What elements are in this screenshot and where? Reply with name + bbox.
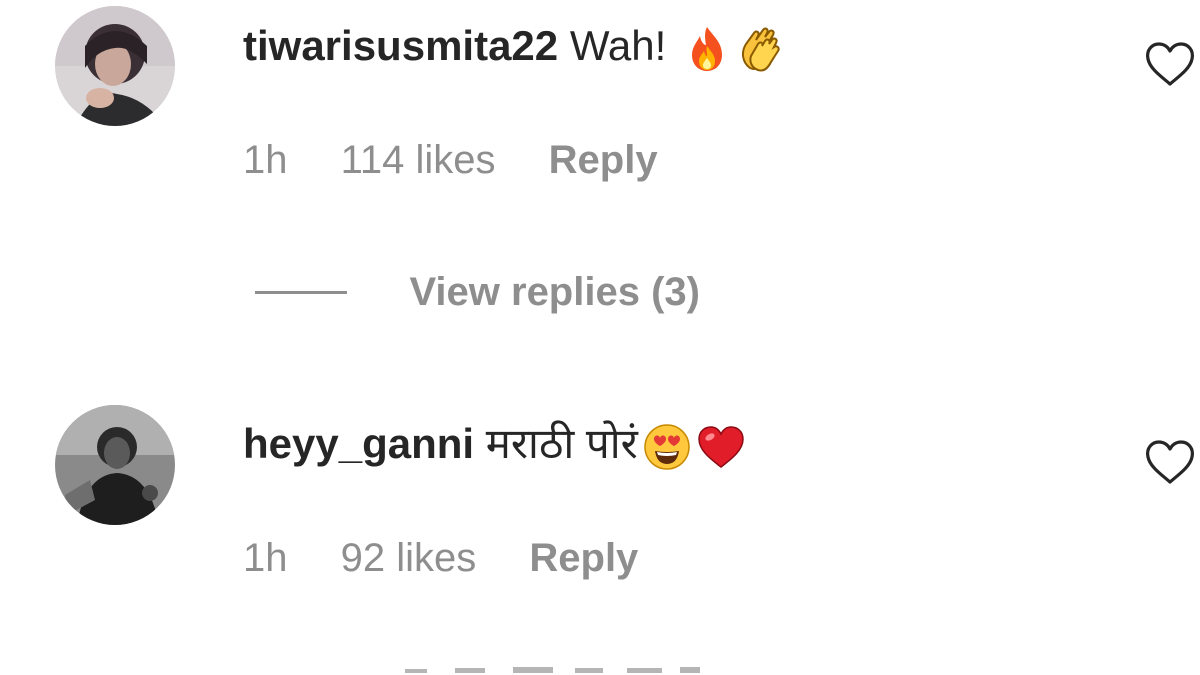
comment-meta: 1h 114 likes Reply <box>243 136 700 184</box>
heart-eyes-emoji <box>642 422 692 472</box>
reply-button[interactable]: Reply <box>529 536 638 580</box>
comment-time[interactable]: 1h <box>243 536 288 580</box>
comment-body: Wah! <box>569 22 667 69</box>
heart-outline-icon[interactable] <box>1144 40 1196 88</box>
view-replies-button[interactable]: View replies (3) <box>255 267 700 317</box>
comment-username[interactable]: heyy_ganni <box>243 420 474 467</box>
comment-likes-count[interactable]: 114 likes <box>341 138 496 182</box>
reply-button[interactable]: Reply <box>549 138 658 182</box>
divider-line <box>255 290 347 294</box>
avatar[interactable] <box>55 405 175 525</box>
comment-time[interactable]: 1h <box>243 138 288 182</box>
view-replies-label: View replies (3) <box>409 270 700 314</box>
avatar[interactable] <box>55 6 175 126</box>
heart-outline-icon[interactable] <box>1144 438 1196 486</box>
red-heart-emoji <box>696 422 746 472</box>
clapping-hands-emoji <box>736 24 786 74</box>
view-replies-partial-strokes <box>255 655 755 675</box>
comment-likes-count[interactable]: 92 likes <box>341 536 477 580</box>
comment-body: मराठी पोरं <box>485 420 638 467</box>
comment-meta: 1h 92 likes Reply <box>243 534 680 582</box>
comment-username[interactable]: tiwarisusmita22 <box>243 22 558 69</box>
view-replies-button-partial[interactable] <box>255 655 755 675</box>
fire-emoji <box>682 24 732 74</box>
comment-text: heyy_ganni मराठी पोरं <box>243 418 746 472</box>
comment-text: tiwarisusmita22 Wah! <box>243 20 786 74</box>
